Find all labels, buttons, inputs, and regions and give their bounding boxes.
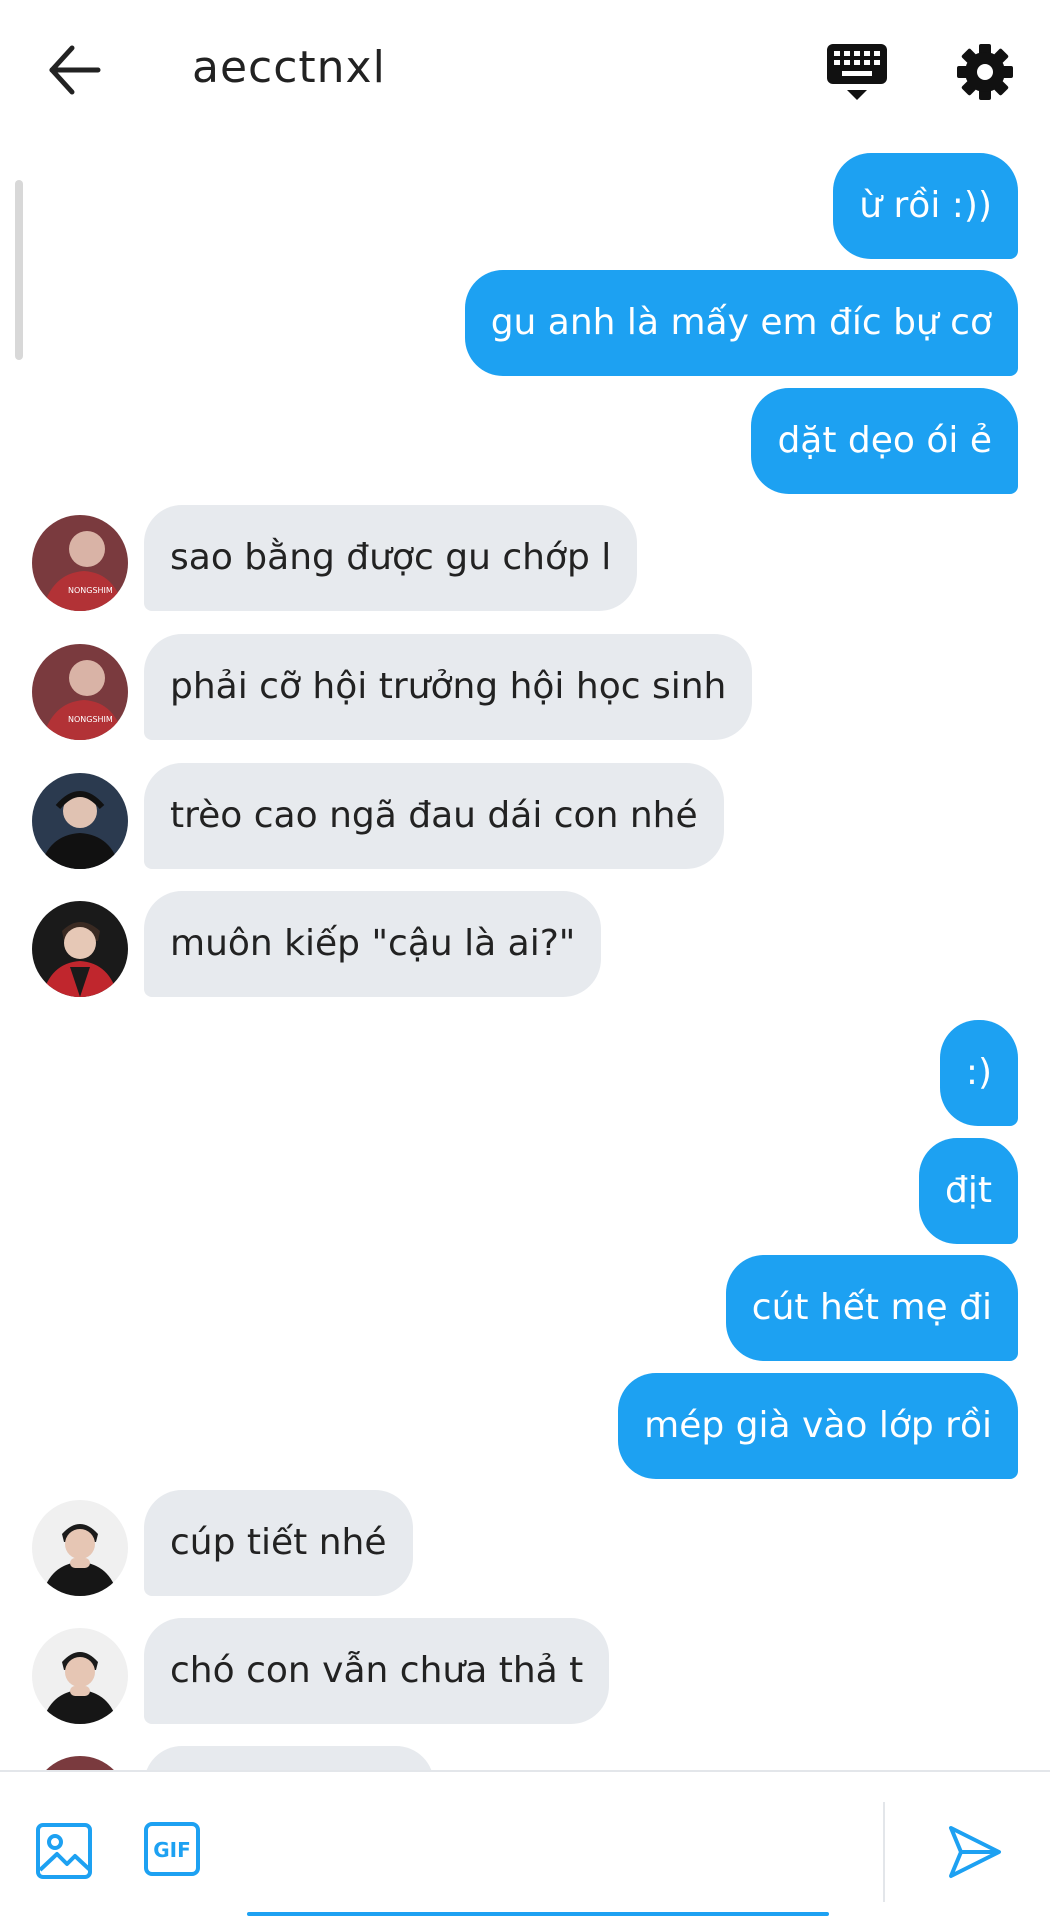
settings-button[interactable] [955, 40, 1015, 104]
arrow-left-icon [49, 45, 101, 95]
gif-icon: GIF [144, 1822, 200, 1876]
keyboard-button[interactable] [825, 40, 889, 104]
avatar-3-image [32, 901, 128, 997]
avatar[interactable] [32, 1500, 128, 1596]
sent-bubble[interactable]: dặt dẹo ói ẻ [751, 388, 1018, 494]
sent-bubble[interactable]: địt [919, 1138, 1018, 1244]
received-message[interactable]: NONGSHIM sao bằng được gu chớp l [0, 505, 1050, 611]
received-bubble-partial [144, 1746, 434, 1770]
avatar[interactable] [32, 901, 128, 997]
sent-message[interactable]: ừ rồi :)) [0, 153, 1050, 259]
sent-message[interactable]: mép già vào lớp rồi [0, 1373, 1050, 1479]
sent-message[interactable]: gu anh là mấy em đíc bự cơ [0, 270, 1050, 376]
avatar-partial [32, 1756, 128, 1770]
received-bubble[interactable]: chó con vẫn chưa thả t [144, 1618, 610, 1724]
received-bubble[interactable]: cúp tiết nhé [144, 1490, 413, 1596]
gif-label: GIF [153, 1838, 191, 1862]
avatar[interactable]: NONGSHIM [32, 644, 128, 740]
back-button[interactable] [40, 40, 110, 100]
divider [883, 1802, 885, 1902]
message-input[interactable] [247, 1812, 833, 1904]
chat-header: aecctnxl [0, 0, 1050, 140]
svg-text:NONGSHIM: NONGSHIM [68, 715, 113, 724]
sent-bubble[interactable]: ừ rồi :)) [833, 153, 1018, 259]
avatar-1-image: NONGSHIM [32, 644, 128, 740]
gear-icon [957, 44, 1013, 100]
sent-message[interactable]: cút hết mẹ đi [0, 1255, 1050, 1361]
keyboard-icon [827, 44, 887, 100]
avatar-1-image: NONGSHIM [32, 515, 128, 611]
sent-bubble[interactable]: gu anh là mấy em đíc bự cơ [464, 270, 1018, 376]
avatar[interactable]: NONGSHIM [32, 515, 128, 611]
message-composer: GIF [0, 1770, 1050, 1922]
add-image-button[interactable] [35, 1822, 93, 1880]
svg-text:NONGSHIM: NONGSHIM [68, 586, 113, 595]
sent-bubble[interactable]: cút hết mẹ đi [725, 1255, 1018, 1361]
avatar[interactable] [32, 1628, 128, 1724]
received-message[interactable]: cúp tiết nhé [0, 1490, 1050, 1596]
avatar-4-image [32, 1500, 128, 1596]
send-icon [949, 1826, 1001, 1878]
received-bubble[interactable]: phải cỡ hội trưởng hội học sinh [144, 634, 753, 740]
sent-bubble[interactable]: mép già vào lớp rồi [618, 1373, 1018, 1479]
sent-message[interactable]: dặt dẹo ói ẻ [0, 388, 1050, 494]
received-message[interactable]: muôn kiếp "cậu là ai?" [0, 891, 1050, 997]
avatar[interactable] [32, 773, 128, 869]
received-bubble[interactable]: sao bằng được gu chớp l [144, 505, 638, 611]
send-button[interactable] [945, 1822, 1005, 1882]
received-bubble[interactable]: muôn kiếp "cậu là ai?" [144, 891, 602, 997]
avatar-2-image [32, 773, 128, 869]
sent-bubble[interactable]: :) [939, 1020, 1018, 1126]
avatar-4-image [32, 1628, 128, 1724]
received-message[interactable]: trèo cao ngã đau dái con nhé [0, 763, 1050, 869]
received-message[interactable]: NONGSHIM phải cỡ hội trưởng hội học sinh [0, 634, 1050, 740]
received-bubble[interactable]: trèo cao ngã đau dái con nhé [144, 763, 724, 869]
gif-button[interactable]: GIF [144, 1822, 200, 1876]
sent-message[interactable]: :) [0, 1020, 1050, 1126]
image-icon [36, 1823, 92, 1879]
received-message[interactable]: chó con vẫn chưa thả t [0, 1618, 1050, 1724]
input-underline [247, 1912, 829, 1916]
conversation-title: aecctnxl [192, 42, 386, 93]
sent-message[interactable]: địt [0, 1138, 1050, 1244]
